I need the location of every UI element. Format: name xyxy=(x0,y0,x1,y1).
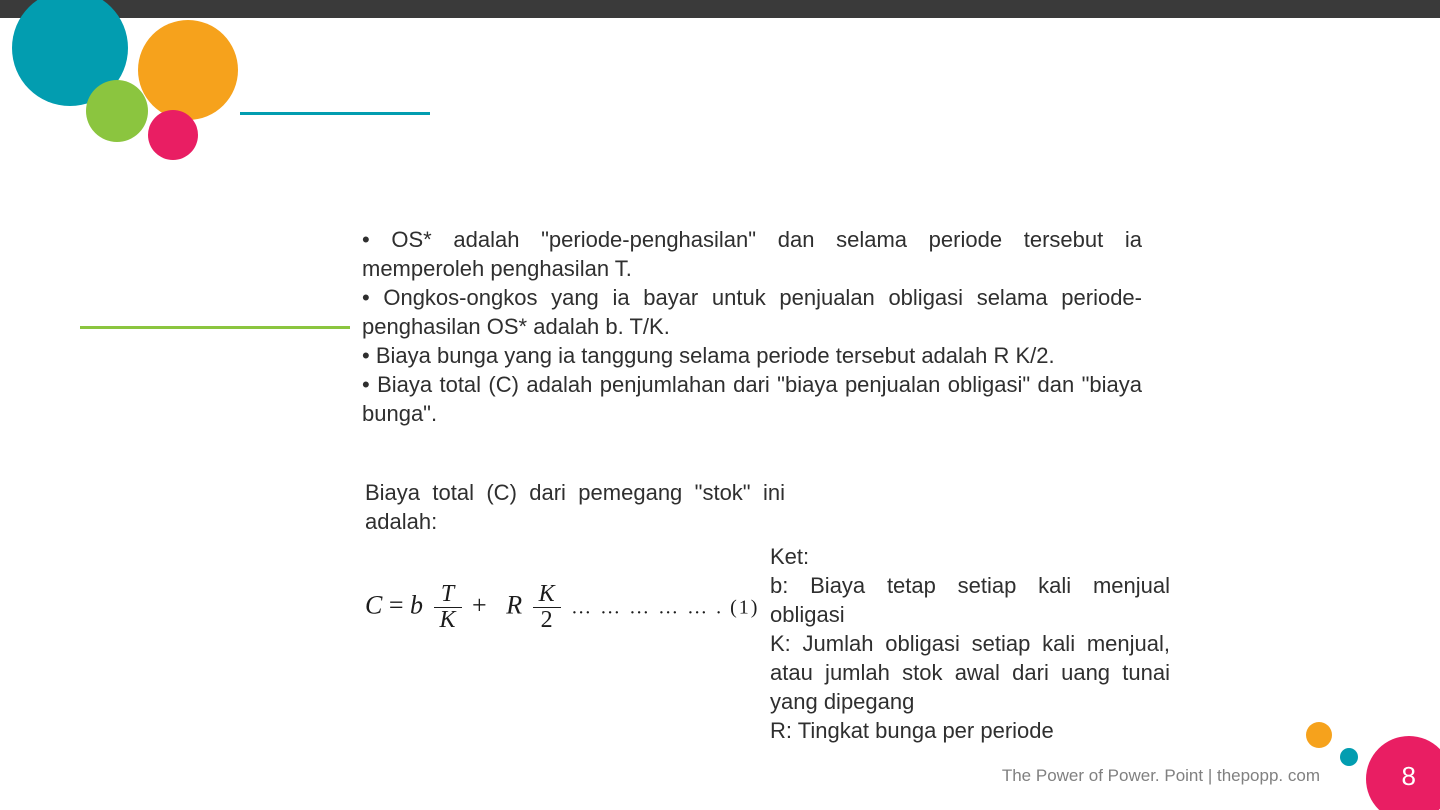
top-bar xyxy=(0,0,1440,18)
formula-plus: + xyxy=(472,591,487,620)
legend-b: b: Biaya tetap setiap kali menjual oblig… xyxy=(770,571,1170,629)
page-number: 8 xyxy=(1402,761,1416,792)
formula-intro: Biaya total (C) dari pemegang "stok" ini… xyxy=(365,478,785,536)
footer-text: The Power of Power. Point | thepopp. com xyxy=(1002,766,1320,786)
bullet-2: • Ongkos-ongkos yang ia bayar untuk penj… xyxy=(362,283,1142,341)
formula-frac2-den: 2 xyxy=(533,608,561,633)
decor-circle-orange xyxy=(138,20,238,120)
formula-frac2: K 2 xyxy=(533,582,561,633)
legend-title: Ket: xyxy=(770,542,1170,571)
legend-r: R: Tingkat bunga per periode xyxy=(770,716,1170,745)
bullet-4: • Biaya total (C) adalah penjumlahan dar… xyxy=(362,370,1142,428)
title-underline xyxy=(240,112,430,115)
bullet-list: • OS* adalah "periode-penghasilan" dan s… xyxy=(362,225,1142,428)
bullet-3: • Biaya bunga yang ia tanggung selama pe… xyxy=(362,341,1142,370)
corner-circle-orange xyxy=(1306,722,1332,748)
formula-tail: … … … … … . (1) xyxy=(571,597,759,619)
side-underline xyxy=(80,326,350,329)
decor-circle-pink xyxy=(148,110,198,160)
formula-frac1-num: T xyxy=(434,582,462,608)
formula-frac2-num: K xyxy=(533,582,561,608)
formula-coef2: R xyxy=(506,591,522,620)
bullet-1: • OS* adalah "periode-penghasilan" dan s… xyxy=(362,225,1142,283)
legend-k: K: Jumlah obligasi setiap kali menjual, … xyxy=(770,629,1170,716)
legend: Ket: b: Biaya tetap setiap kali menjual … xyxy=(770,542,1170,745)
slide: • OS* adalah "periode-penghasilan" dan s… xyxy=(0,0,1440,810)
formula: C = b T K + R K 2 … … … … … . (1) xyxy=(365,582,759,633)
formula-lhs: C xyxy=(365,591,382,620)
decor-circle-green xyxy=(86,80,148,142)
formula-coef1: b xyxy=(410,591,423,620)
formula-frac1: T K xyxy=(434,582,462,633)
formula-eq: = xyxy=(389,591,404,620)
corner-circle-teal xyxy=(1340,748,1358,766)
formula-frac1-den: K xyxy=(434,608,462,633)
